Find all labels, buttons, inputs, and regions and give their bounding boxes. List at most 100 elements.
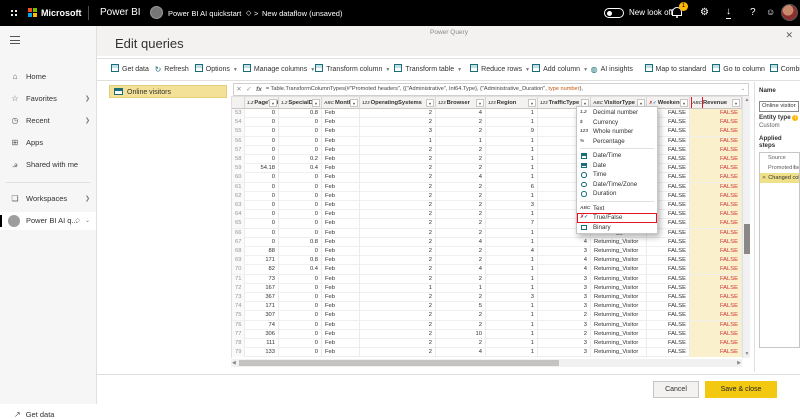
cell[interactable]: 0: [245, 210, 279, 219]
cell[interactable]: FALSE: [690, 127, 742, 136]
cell[interactable]: Feb: [322, 321, 360, 330]
cell[interactable]: 133: [245, 348, 279, 357]
cell[interactable]: 307: [245, 311, 279, 320]
cell[interactable]: FALSE: [647, 330, 690, 339]
cell[interactable]: FALSE: [690, 173, 742, 182]
cell[interactable]: 1: [436, 284, 486, 293]
cell[interactable]: 0: [279, 173, 322, 182]
cell[interactable]: 1: [486, 311, 538, 320]
cell[interactable]: Feb: [322, 284, 360, 293]
cell[interactable]: 2: [360, 210, 436, 219]
cell[interactable]: Feb: [322, 137, 360, 146]
cell[interactable]: 2: [436, 339, 486, 348]
cell[interactable]: FALSE: [690, 330, 742, 339]
toolbar-manage-columns[interactable]: Manage columns▼: [243, 59, 315, 80]
cell[interactable]: 1: [486, 284, 538, 293]
cell[interactable]: 74: [232, 302, 245, 311]
close-icon[interactable]: ✕: [785, 30, 793, 41]
cell[interactable]: FALSE: [690, 118, 742, 127]
step-changed-column-type[interactable]: ✕Changed column type: [760, 173, 799, 183]
cell[interactable]: 2: [360, 146, 436, 155]
cell[interactable]: 0: [279, 127, 322, 136]
cell[interactable]: 1: [486, 146, 538, 155]
cell[interactable]: Feb: [322, 275, 360, 284]
breadcrumb-item[interactable]: New dataflow (unsaved): [262, 9, 342, 18]
column-header-row-number[interactable]: [232, 97, 245, 109]
cell[interactable]: Returning_Visitor: [591, 238, 647, 247]
cell[interactable]: 2: [360, 265, 436, 274]
cell[interactable]: 1: [486, 118, 538, 127]
cell[interactable]: 4: [436, 173, 486, 182]
cell[interactable]: 69: [232, 256, 245, 265]
cell[interactable]: 0: [245, 192, 279, 201]
waffle-icon[interactable]: [10, 9, 19, 18]
cell[interactable]: 0: [279, 284, 322, 293]
scroll-down-icon[interactable]: ▼: [743, 351, 751, 357]
type-icon-abc[interactable]: ABC: [692, 97, 702, 108]
cell[interactable]: 4: [538, 265, 591, 274]
cell[interactable]: 6: [486, 183, 538, 192]
cell[interactable]: Feb: [322, 109, 360, 118]
cell[interactable]: 54: [232, 118, 245, 127]
column-header-region[interactable]: 123Region▾: [486, 97, 538, 109]
cell[interactable]: 111: [245, 339, 279, 348]
cell[interactable]: FALSE: [690, 183, 742, 192]
toolbar-transform-table[interactable]: Transform table▼: [394, 59, 462, 80]
cell[interactable]: 0.4: [279, 164, 322, 173]
cell[interactable]: 1: [486, 229, 538, 238]
menu-item-text[interactable]: ABCText: [577, 204, 657, 214]
cell[interactable]: FALSE: [647, 256, 690, 265]
delete-step-icon[interactable]: ✕: [762, 175, 766, 181]
settings-gear-icon[interactable]: ⚙: [700, 6, 709, 19]
cell[interactable]: 2: [436, 155, 486, 164]
cell[interactable]: FALSE: [647, 275, 690, 284]
scroll-left-icon[interactable]: ◀: [232, 359, 236, 367]
cell[interactable]: 3: [538, 321, 591, 330]
cell[interactable]: Feb: [322, 302, 360, 311]
cell[interactable]: 4: [538, 256, 591, 265]
cell[interactable]: FALSE: [690, 137, 742, 146]
cell[interactable]: Feb: [322, 229, 360, 238]
cell[interactable]: 0: [279, 183, 322, 192]
cell[interactable]: 2: [436, 201, 486, 210]
cell[interactable]: 1: [486, 109, 538, 118]
cell[interactable]: 1: [486, 256, 538, 265]
sidebar-item-power-bi-ai-q[interactable]: Power BI AI q...◇⌄: [0, 212, 96, 230]
cell[interactable]: 1: [486, 137, 538, 146]
cell[interactable]: FALSE: [647, 293, 690, 302]
cell[interactable]: 167: [245, 284, 279, 293]
cell[interactable]: 2: [360, 229, 436, 238]
help-icon[interactable]: ?: [750, 6, 756, 19]
info-icon[interactable]: i: [792, 115, 798, 121]
cell[interactable]: 58: [232, 155, 245, 164]
cell[interactable]: 1: [486, 192, 538, 201]
cell[interactable]: 2: [360, 219, 436, 228]
cell[interactable]: FALSE: [690, 201, 742, 210]
cell[interactable]: 73: [245, 275, 279, 284]
cell[interactable]: 0: [279, 118, 322, 127]
get-data-link[interactable]: ↗Get data: [14, 410, 54, 419]
cell[interactable]: 0: [245, 118, 279, 127]
cell[interactable]: 1: [486, 321, 538, 330]
cell[interactable]: 2: [360, 183, 436, 192]
cell[interactable]: 62: [232, 192, 245, 201]
cell[interactable]: 3: [360, 127, 436, 136]
cell[interactable]: Feb: [322, 183, 360, 192]
download-icon[interactable]: ↓: [726, 5, 731, 19]
filter-icon[interactable]: ▾: [426, 99, 434, 107]
cell[interactable]: 2: [436, 183, 486, 192]
cell[interactable]: 53: [232, 109, 245, 118]
cell[interactable]: 73: [232, 293, 245, 302]
cell[interactable]: 2: [360, 321, 436, 330]
cell[interactable]: 1: [360, 284, 436, 293]
cell[interactable]: 2: [436, 275, 486, 284]
toolbar-options[interactable]: Options▼: [195, 59, 238, 80]
cell[interactable]: FALSE: [647, 284, 690, 293]
cell[interactable]: 306: [245, 330, 279, 339]
cell[interactable]: 2: [436, 293, 486, 302]
cell[interactable]: Returning_Visitor: [591, 339, 647, 348]
cell[interactable]: 2: [360, 238, 436, 247]
type-icon-123[interactable]: 123: [438, 97, 446, 108]
cell[interactable]: FALSE: [647, 311, 690, 320]
cell[interactable]: FALSE: [690, 155, 742, 164]
